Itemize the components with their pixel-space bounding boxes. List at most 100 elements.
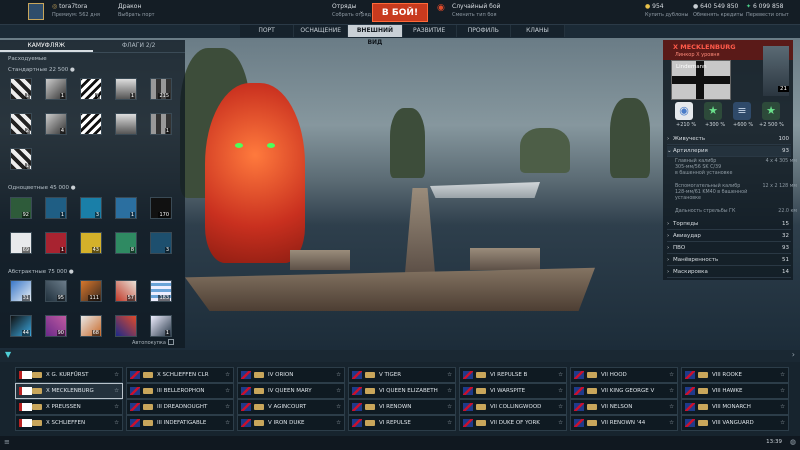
ship-card[interactable]: X PREUSSEN☆♟ <box>15 399 134 415</box>
ship-card[interactable]: V IRON DUKE☆♟ <box>237 415 356 431</box>
port-selector[interactable]: Дракон Выбрать порт <box>118 3 155 19</box>
filter-icon[interactable]: ▼ <box>5 350 11 359</box>
chevron-right-icon[interactable]: › <box>792 350 795 359</box>
ship-card[interactable]: VII COLLINGWOOD☆♟ <box>459 399 578 415</box>
commander-name[interactable]: Lindemann <box>676 64 707 70</box>
ship-card[interactable]: VI WARSPITE☆♟ <box>459 383 578 399</box>
ship-card[interactable]: X G. KURFÜRST☆♟ <box>15 367 134 383</box>
ship-card[interactable]: VI REPULSE☆♟ <box>348 415 467 431</box>
abstract-camo-tile[interactable]: 68 <box>80 315 102 337</box>
stat-artillery[interactable]: ⌄ Артиллерия 93 <box>667 146 791 157</box>
free-xp-block[interactable]: ✦ 6 099 858 Перевести опыт <box>746 3 789 19</box>
standard-camo-tile[interactable]: 1 <box>115 78 137 100</box>
single-camo-tile[interactable]: 170 <box>150 197 172 219</box>
single-camo-tile[interactable]: 8 <box>115 232 137 254</box>
standard-camo-tile[interactable]: 215 <box>150 78 172 100</box>
ship-card[interactable]: VII DUKE OF YORK☆♟ <box>459 415 578 431</box>
abstract-camo-tile[interactable]: 90 <box>45 315 67 337</box>
tab-camouflage[interactable]: КАМУФЛЯЖ <box>0 40 93 52</box>
abstract-camo-tile[interactable]: 95 <box>45 280 67 302</box>
standard-camo-tile[interactable]: 1 <box>10 78 32 100</box>
single-camo-tile[interactable]: 1 <box>45 232 67 254</box>
single-camo-tile[interactable]: 92 <box>10 197 32 219</box>
commander-xp-signal-icon[interactable]: ★ <box>704 102 722 120</box>
stat-torpedoes[interactable]: › Торпеды 15 <box>667 219 791 230</box>
abstract-camo-tile[interactable]: 183 <box>150 280 172 302</box>
battle-button[interactable]: В БОЙ! <box>372 3 428 22</box>
ship-card[interactable]: VI RENOWN☆♟ <box>348 399 467 415</box>
stat-aa[interactable]: › ПВО 93 <box>667 243 791 254</box>
tab-exterior[interactable]: ВНЕШНИЙ ВИД <box>348 25 403 46</box>
single-camo-tile[interactable]: 3 <box>150 232 172 254</box>
standard-camo-tile[interactable]: 1 <box>150 113 172 135</box>
ship-card[interactable]: X SCHLIEFFEN☆♟ <box>15 415 134 431</box>
tab-flags[interactable]: ФЛАГИ 2/2 <box>93 40 186 52</box>
ship-card[interactable]: VII HOOD☆♟ <box>570 367 689 383</box>
ship-card[interactable]: V AGINCOURT☆♟ <box>237 399 356 415</box>
ship-card[interactable]: VIII ROOKE ☆ <box>681 367 789 383</box>
doubloons-block[interactable]: ● 954 Купить дублоны <box>645 3 688 19</box>
standard-camo-tile[interactable] <box>80 113 102 135</box>
chevron-down-icon[interactable]: ⌄ <box>359 8 364 16</box>
menu-icon[interactable]: ≡ <box>4 438 10 446</box>
abstract-camo-tile[interactable]: 1 <box>150 315 172 337</box>
single-camo-tile[interactable]: 1 <box>115 197 137 219</box>
single-camo-tile[interactable]: 1 <box>45 197 67 219</box>
standard-camo-tile[interactable] <box>115 113 137 135</box>
xp-signal-icon[interactable]: ◉ <box>675 102 693 120</box>
single-camo-tile[interactable]: 43 <box>80 232 102 254</box>
ship-card[interactable]: VI QUEEN ELIZABETH☆♟ <box>348 383 467 399</box>
tab-research[interactable]: РАЗВИТИЕ <box>403 25 457 37</box>
stat-maneuverability[interactable]: › Манёвренность 51 <box>667 255 791 266</box>
ship-card[interactable]: V TIGER☆♟ <box>348 367 467 383</box>
tab-equipment[interactable]: ОСНАЩЕНИЕ <box>294 25 349 37</box>
abstract-camo-tile[interactable]: 57 <box>115 280 137 302</box>
ship-card[interactable]: X MECKLENBURG☆♟ <box>15 383 134 399</box>
single-camo-tile[interactable]: 3 <box>80 197 102 219</box>
single-camo-tile[interactable]: 69 <box>10 232 32 254</box>
ship-card[interactable]: IV QUEEN MARY☆♟ <box>237 383 356 399</box>
standard-camo-tile[interactable]: 7 <box>80 78 102 100</box>
star-icon: ☆ <box>447 372 452 378</box>
ship-card[interactable]: VI REPULSE B☆♟ <box>459 367 578 383</box>
bonus-signal-icon[interactable]: ★ <box>762 102 780 120</box>
ship-card[interactable]: III BELLEROPHON☆♟ <box>126 383 245 399</box>
british-flag-icon <box>463 387 473 395</box>
tab-profile[interactable]: ПРОФИЛЬ <box>457 25 511 37</box>
stat-concealment[interactable]: › Маскировка 14 <box>667 267 791 278</box>
ship-card[interactable]: VII KING GEORGE V☆♟ <box>570 383 689 399</box>
standard-camo-tile[interactable]: 4 <box>45 113 67 135</box>
autobuy-checkbox[interactable] <box>168 339 174 345</box>
ship-card[interactable]: VII RENOWN '44☆♟ <box>570 415 689 431</box>
rank-emblem-icon[interactable] <box>28 3 44 20</box>
free-xp-signal-icon[interactable]: ≡ <box>733 102 751 120</box>
abstract-camo-tile[interactable]: 111 <box>80 280 102 302</box>
notifications-icon[interactable]: ◍ <box>790 438 796 446</box>
star-icon: ☆ <box>114 372 119 378</box>
battle-mode-selector[interactable]: Случайный бой Сменить тип боя <box>452 3 500 19</box>
ship-card[interactable]: VII NELSON☆♟ <box>570 399 689 415</box>
abstract-camo-tile[interactable]: 44 <box>10 315 32 337</box>
standard-camo-tile[interactable]: 1 <box>10 148 32 170</box>
tab-clans[interactable]: КЛАНЫ <box>511 25 566 37</box>
abstract-camo-tile[interactable]: 31 <box>10 280 32 302</box>
squads-button[interactable]: Отряды Собрать отряд <box>332 3 371 19</box>
player-info[interactable]: ◎ tora7tora Премиум: 562 дня <box>52 3 100 19</box>
ship-card[interactable]: IV ORION☆♟ <box>237 367 356 383</box>
standard-camo-tile[interactable]: 2 <box>10 113 32 135</box>
stat-survivability[interactable]: › Живучесть 100 <box>667 134 791 145</box>
tab-port[interactable]: ПОРТ <box>240 25 295 37</box>
ship-card[interactable]: VIII VANGUARD ☆ <box>681 415 789 431</box>
credits-block[interactable]: ● 640 549 850 Обменять кредиты <box>693 3 743 19</box>
consumables-label: Расходуемые <box>8 56 47 62</box>
ship-card[interactable]: VIII HAWKE ☆ <box>681 383 789 399</box>
stat-airstrike[interactable]: › Авиаудар 32 <box>667 231 791 242</box>
standard-camo-tile[interactable]: 1 <box>45 78 67 100</box>
abstract-camo-tile[interactable] <box>115 315 137 337</box>
ship-hull[interactable] <box>185 267 595 311</box>
ship-card[interactable]: VIII MONARCH ☆ <box>681 399 789 415</box>
ship-card[interactable]: III INDEFATIGABLE☆♟ <box>126 415 245 431</box>
port-name: Дракон <box>118 3 142 10</box>
ship-card[interactable]: X SCHLIEFFEN CLR☆♟ <box>126 367 245 383</box>
ship-card[interactable]: III DREADNOUGHT☆♟ <box>126 399 245 415</box>
